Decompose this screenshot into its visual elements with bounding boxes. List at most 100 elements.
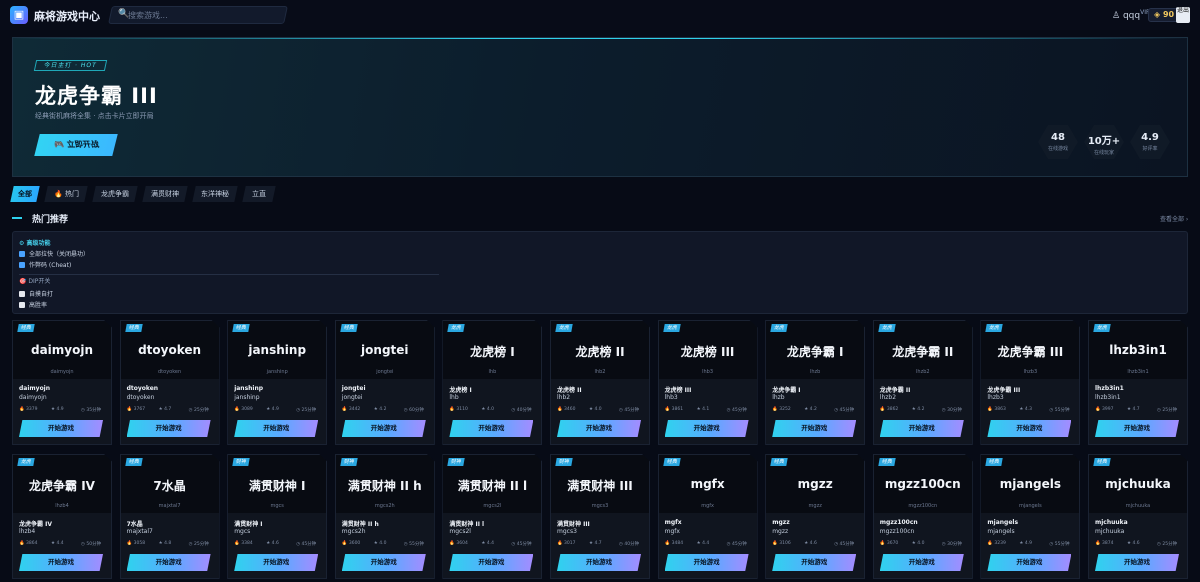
game-card[interactable]: 龙虎 龙虎争霸 III lhzb3 龙虎争霸 III lhzb3 🔥 3863 ★ 4.3 ◷… xyxy=(980,320,1081,445)
start-game-button[interactable]: 开始游戏 xyxy=(987,554,1072,571)
game-card[interactable]: 经典 mgfx mgfx mgfx mgfx 🔥 3484 ★ 4.4 ◷ 45分钟 开始游戏 xyxy=(657,454,758,579)
start-game-button[interactable]: 开始游戏 xyxy=(772,554,857,571)
duration: ◷ 45分钟 xyxy=(834,408,855,413)
start-game-button[interactable]: 开始游戏 xyxy=(19,554,103,571)
game-card[interactable]: 经典 mjangels mjangels mjangels mjangels 🔥 3239… xyxy=(980,454,1081,579)
category-badge: 龙虎 xyxy=(1093,324,1111,332)
tab-all[interactable]: 全部 xyxy=(10,186,40,202)
game-name: 龙虎争霸 IV xyxy=(19,521,52,528)
game-card[interactable]: 龙虎 龙虎争霸 IV lhzb4 龙虎争霸 IV lhzb4 🔥 3864 ★ 4.4 ◷ 5… xyxy=(12,454,112,579)
duration: ◷ 45分钟 xyxy=(619,408,640,413)
fire-icon: 🔥 xyxy=(664,541,671,546)
start-game-button[interactable]: 开始游戏 xyxy=(557,554,641,571)
stat-value: 4.9 xyxy=(1141,132,1159,143)
start-game-button[interactable]: 开始游戏 xyxy=(664,420,749,437)
start-game-button[interactable]: 开始游戏 xyxy=(449,554,534,571)
start-game-button[interactable]: 开始游戏 xyxy=(772,420,857,437)
game-card[interactable]: 龙虎 龙虎榜 II lhb2 龙虎榜 II lhb2 🔥 3460 ★ 4.0 ◷ 45分钟开… xyxy=(550,320,650,445)
option-row[interactable]: 作弊码 (Cheat) xyxy=(19,260,71,269)
game-card[interactable]: 财神 满贯财神 II l mgcs2l 满贯财神 II l mgcs2l 🔥 3604 ★ … xyxy=(442,454,543,579)
option-label: 全部拉快（关闭悬功） xyxy=(29,251,90,258)
play-now-label: 立即开战 xyxy=(65,140,100,149)
option-row[interactable]: 全部拉快（关闭悬功） xyxy=(19,249,89,258)
tab-hot[interactable]: 🔥 热门 xyxy=(44,186,88,202)
duration: ◷ 55分钟 xyxy=(1049,542,1070,547)
cover-code: mgcs xyxy=(270,503,284,509)
logout-button[interactable]: 退出 xyxy=(1176,7,1190,23)
game-card[interactable]: 经典 mgzz mgzz mgzz mgzz 🔥 3106 ★ 4.6 ◷ 45分钟 开始游戏 xyxy=(765,454,866,579)
tab-dongyang[interactable]: 东洋神秘 xyxy=(192,186,238,202)
cover-code: janshinp xyxy=(266,369,288,375)
clock-icon: ◷ xyxy=(403,408,408,413)
tab-label: 东洋神秘 xyxy=(201,190,229,198)
fire-icon: 🔥 xyxy=(449,407,455,412)
checkbox-unchecked[interactable] xyxy=(19,302,25,308)
game-name: mgfx xyxy=(664,519,682,526)
clock-icon: ◷ xyxy=(834,542,839,547)
clock-icon: ◷ xyxy=(188,408,193,413)
start-game-button[interactable]: 开始游戏 xyxy=(126,420,211,437)
game-card[interactable]: 经典 mjchuuka mjchuuka mjchuuka mjchuuka 🔥 3874… xyxy=(1088,454,1188,579)
game-name: mgzz xyxy=(772,519,790,526)
play-now-button[interactable]: 🎮 立即开战 xyxy=(34,134,118,156)
start-game-button[interactable]: 开始游戏 xyxy=(1095,420,1179,437)
game-card[interactable]: 经典 7水晶 majxtal7 7水晶 majxtal7 🔥 3058 ★ 4.8 ◷ 25分… xyxy=(119,454,220,579)
section-title: 热门推荐 xyxy=(32,215,69,225)
start-game-button[interactable]: 开始游戏 xyxy=(234,420,319,437)
start-game-button[interactable]: 开始游戏 xyxy=(879,554,964,571)
start-game-button[interactable]: 开始游戏 xyxy=(341,554,426,571)
fire-icon: 🔥 xyxy=(19,407,25,412)
search-input[interactable] xyxy=(128,8,278,22)
dip-option-row[interactable]: 自摸自打 xyxy=(19,289,53,298)
fire-icon: 🔥 xyxy=(879,541,886,546)
dip-option-row[interactable]: 高胜率 xyxy=(19,300,47,309)
stat-label: 好评率 xyxy=(1142,146,1158,152)
rating: ★ 4.7 xyxy=(158,407,172,412)
game-card[interactable]: 经典 jongtei jongtei jongtei jongtei 🔥 3442 ★ 4.… xyxy=(334,320,435,445)
game-card[interactable]: 龙虎 龙虎争霸 Ilhzb 龙虎争霸 Ilhzb 🔥 3252 ★ 4.2 ◷ 45分钟开… xyxy=(765,320,866,445)
star-icon: ★ xyxy=(51,541,56,546)
card-cover: 龙虎 龙虎争霸 II lhzb2 xyxy=(873,321,972,379)
game-card[interactable]: 财神 满贯财神 II h mgcs2h 满贯财神 II h mgcs2h 🔥 3600 ★ … xyxy=(334,454,435,579)
game-code: mgzz xyxy=(772,528,789,535)
game-code: lhb3 xyxy=(664,394,678,401)
start-game-button[interactable]: 开始游戏 xyxy=(987,420,1072,437)
view-all-link[interactable]: 查看全部 › xyxy=(1160,214,1188,223)
checkbox-checked[interactable] xyxy=(19,262,25,268)
checkbox-unchecked[interactable] xyxy=(19,291,25,297)
category-badge: 经典 xyxy=(878,458,896,466)
checkbox-checked[interactable] xyxy=(19,251,25,257)
start-game-button[interactable]: 开始游戏 xyxy=(449,420,534,437)
game-card[interactable]: 财神 满贯财神 III mgcs3 满贯财神 III mgcs3 🔥 3017 ★ 4.7 ◷… xyxy=(550,454,650,579)
game-code: lhb2 xyxy=(557,394,571,401)
user-menu[interactable]: ♙ qqqVIP xyxy=(1112,9,1150,21)
game-card[interactable]: 经典 daimyojn daimyojn daimyojn daimyojn 🔥 3379… xyxy=(12,320,112,445)
play-count: 🔥 3017 xyxy=(557,541,576,546)
tab-lizhi[interactable]: 立直 xyxy=(242,186,276,202)
start-game-button[interactable]: 开始游戏 xyxy=(19,420,103,437)
start-game-button[interactable]: 开始游戏 xyxy=(234,554,319,571)
game-name: 龙虎争霸 II xyxy=(879,387,911,394)
game-card[interactable]: 龙虎 龙虎榜 Ilhb 龙虎榜 Ilhb 🔥 3110 ★ 4.0 ◷ 40分钟 开始游戏 xyxy=(442,320,543,445)
start-game-button[interactable]: 开始游戏 xyxy=(557,420,641,437)
start-game-button[interactable]: 开始游戏 xyxy=(664,554,749,571)
game-card[interactable]: 经典 mgzz100cn mgzz100cn mgzz100cn mgzz100cn 🔥 … xyxy=(872,454,973,579)
start-game-button[interactable]: 开始游戏 xyxy=(879,420,964,437)
tab-mgcs[interactable]: 满贯财神 xyxy=(142,186,188,202)
game-card[interactable]: 龙虎 龙虎争霸 II lhzb2 龙虎争霸 II lhzb2 🔥 3862 ★ 4.2 ◷ 3… xyxy=(872,320,973,445)
clock-icon: ◷ xyxy=(81,408,85,413)
game-card[interactable]: 经典 janshinp janshinp janshinp janshinp 🔥 3089… xyxy=(227,320,328,445)
option-label: 自摸自打 xyxy=(29,291,54,298)
star-icon: ★ xyxy=(696,407,701,412)
game-card[interactable]: 龙虎 龙虎榜 III lhb3 龙虎榜 III lhb3 🔥 3861 ★ 4.1 ◷ 45分… xyxy=(657,320,758,445)
game-card[interactable]: 经典 dtoyoken dtoyoken dtoyoken dtoyoken 🔥 3767… xyxy=(119,320,220,445)
start-game-button[interactable]: 开始游戏 xyxy=(126,554,211,571)
game-card[interactable]: 龙虎 lhzb3in1 lhzb3in1 lhzb3in1 lhzb3in1 🔥 3997… xyxy=(1088,320,1188,445)
start-game-button[interactable]: 开始游戏 xyxy=(341,420,426,437)
tab-lhzb[interactable]: 龙虎争霸 xyxy=(92,186,138,202)
cover-code: mgfx xyxy=(701,503,714,509)
game-card[interactable]: 财神 满贯财神 Imgcs 满贯财神 Imgcs 🔥 3384 ★ 4.6 ◷ 45分钟开… xyxy=(227,454,328,579)
clock-icon: ◷ xyxy=(511,408,516,413)
start-game-button[interactable]: 开始游戏 xyxy=(1095,554,1179,571)
category-badge: 经典 xyxy=(1093,458,1111,466)
